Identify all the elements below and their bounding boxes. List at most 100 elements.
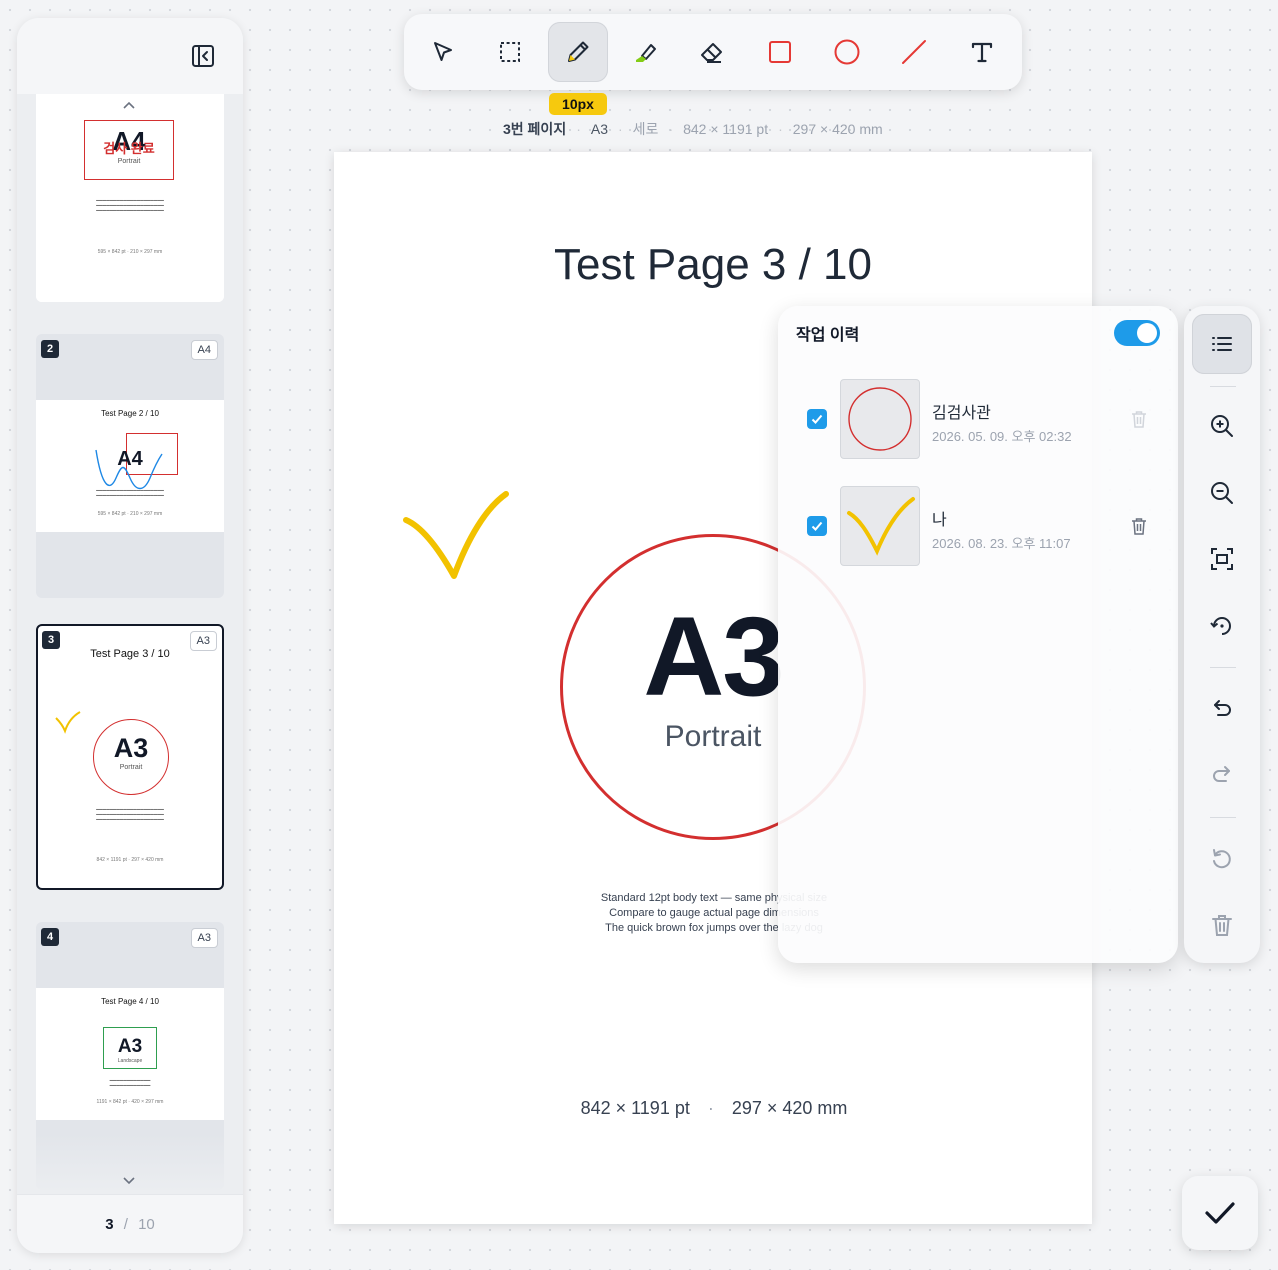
check-icon: [1205, 1202, 1235, 1224]
reset-icon: [1213, 849, 1231, 869]
yellow-checkmark-annotation[interactable]: [398, 486, 518, 586]
highlighter-icon: [636, 44, 656, 62]
history-item-delete-button[interactable]: [1128, 408, 1150, 430]
history-toggle[interactable]: [1114, 320, 1160, 346]
dims-mm: 297 × 420 mm: [792, 121, 883, 137]
scroll-down-button[interactable]: [117, 1170, 141, 1192]
thumbnail-page: Test Page 2 / 10 A4 ▬▬▬▬▬▬▬▬▬▬▬▬▬▬▬▬▬▬▬▬…: [36, 400, 224, 532]
thumbnail-title: Test Page 2 / 10: [101, 409, 159, 418]
page-footer-dims: 842 × 1191 pt · 297 × 420 mm: [580, 1098, 848, 1118]
scroll-up-button[interactable]: [117, 94, 141, 116]
check-icon: [811, 521, 823, 531]
pen-tool-button[interactable]: [548, 22, 608, 82]
check-icon: [811, 414, 823, 424]
undo-icon: [1214, 700, 1231, 716]
highlighter-tool-button[interactable]: [615, 22, 675, 82]
chevron-up-icon: [123, 101, 135, 109]
circle-shape-icon: [848, 387, 912, 451]
ellipse-tool-button[interactable]: [817, 22, 877, 82]
history-title: 작업 이력: [796, 327, 860, 344]
undo-button[interactable]: [1192, 679, 1252, 739]
thumbnail-page: A4 검사 완료 Portrait ▬▬▬▬▬▬▬▬▬▬▬▬▬▬▬▬▬▬▬▬ ▬▬…: [36, 94, 224, 302]
zoom-out-button[interactable]: [1192, 463, 1252, 523]
redo-button[interactable]: [1192, 745, 1252, 805]
reset-button[interactable]: [1192, 829, 1252, 889]
thumbnail-title: Test Page 4 / 10: [101, 997, 159, 1006]
sidebar-collapse-icon: [192, 45, 214, 67]
rectangle-tool-button[interactable]: [750, 22, 810, 82]
thumbnail-list[interactable]: A4 검사 완료 Portrait ▬▬▬▬▬▬▬▬▬▬▬▬▬▬▬▬▬▬▬▬ ▬▬…: [17, 94, 243, 1194]
marquee-select-icon: [500, 42, 520, 62]
page-thumbnail-sidebar: A4 검사 완료 Portrait ▬▬▬▬▬▬▬▬▬▬▬▬▬▬▬▬▬▬▬▬ ▬▬…: [17, 18, 243, 1253]
dims-points: 842 × 1191 pt: [683, 121, 769, 137]
thumbnail-dims: 595 × 842 pt · 210 × 297 mm: [97, 249, 163, 255]
page-number-badge: 2: [41, 340, 59, 358]
history-item-time: 2026. 08. 23. 오후 11:07: [932, 536, 1071, 551]
total-pages: 10: [138, 1216, 155, 1233]
stroke-size-chip[interactable]: 10px: [549, 93, 607, 115]
text-icon: [971, 42, 993, 63]
eraser-tool-button[interactable]: [682, 22, 742, 82]
thumbnail-body-text: ▬▬▬▬▬▬▬▬▬▬▬▬ ▬▬▬▬▬▬▬▬▬▬▬▬: [109, 1078, 151, 1087]
thumbnail-orientation: Landscape: [117, 1058, 143, 1064]
history-item-checkbox[interactable]: [807, 409, 827, 429]
thumbnail-body-text: ▬▬▬▬▬▬▬▬▬▬▬▬▬▬▬▬▬▬▬▬ ▬▬▬▬▬▬▬▬▬▬▬▬▬▬▬▬▬▬▬▬…: [96, 807, 164, 821]
view-toolbar: [1184, 306, 1260, 963]
history-item-author: 나: [932, 512, 947, 529]
history-item-checkbox[interactable]: [807, 516, 827, 536]
page-thumbnail-3[interactable]: 3 A3 Test Page 3 / 10 A3 Portrait ▬▬▬▬▬▬…: [36, 624, 224, 890]
thumbnail-stamp-text: 검사 완료: [103, 141, 155, 156]
page-title: Test Page 3 / 10: [554, 240, 872, 289]
current-page: 3: [105, 1216, 114, 1233]
rectangle-icon: [769, 41, 791, 63]
history-item-time: 2026. 05. 09. 오후 02:32: [932, 429, 1072, 444]
redo-icon: [1213, 766, 1230, 782]
thumbnail-checkmark-annotation: [55, 711, 81, 734]
ellipse-icon: [834, 39, 860, 65]
line-tool-button[interactable]: [884, 22, 944, 82]
history-item[interactable]: 나 2026. 08. 23. 오후 11:07: [778, 486, 1178, 566]
history-item[interactable]: 김검사관 2026. 05. 09. 오후 02:32: [778, 379, 1178, 459]
zoom-in-icon: [1211, 415, 1233, 437]
page-number-badge: 4: [41, 928, 59, 946]
fit-page-button[interactable]: [1192, 529, 1252, 589]
footer-mm: 297 × 420 mm: [731, 1098, 848, 1118]
text-tool-button[interactable]: [952, 22, 1012, 82]
trash-icon: [1132, 518, 1146, 535]
page-thumbnail-2[interactable]: 2 A4 Test Page 2 / 10 A4 ▬▬▬▬▬▬▬▬▬▬▬▬▬▬▬…: [36, 334, 224, 598]
history-item-preview: [840, 379, 920, 459]
toolbar-divider: [1210, 817, 1236, 818]
trash-icon: [1132, 411, 1146, 428]
thumbnail-big-label: A3: [117, 1036, 143, 1057]
marquee-select-tool-button[interactable]: [480, 22, 540, 82]
trash-icon: [1212, 915, 1232, 936]
confirm-button[interactable]: [1182, 1176, 1258, 1250]
drawing-toolbar: [404, 14, 1022, 90]
orientation-label: 세로: [632, 121, 659, 137]
select-tool-button[interactable]: [413, 22, 473, 82]
page-counter: 3 / 10: [17, 1194, 243, 1253]
paper-size-tag: A3: [190, 928, 218, 948]
paper-size-tag: A3: [189, 631, 217, 651]
line-icon: [902, 40, 926, 64]
history-list-button[interactable]: [1192, 314, 1252, 374]
thumbnail-body-text: ▬▬▬▬▬▬▬▬▬▬▬▬▬▬▬▬▬▬▬▬ ▬▬▬▬▬▬▬▬▬▬▬▬▬▬▬▬▬▬▬▬…: [96, 198, 164, 212]
checkmark-shape-icon: [847, 497, 915, 556]
page-info-bar: 3번 페이지 · A3 · 세로 · 842 × 1191 pt · 297 × 420 mm: [503, 121, 883, 137]
rotate-button[interactable]: [1192, 596, 1252, 656]
thumbnail-dims: 1191 × 842 pt · 420 × 297 mm: [96, 1099, 164, 1105]
zoom-out-icon: [1211, 482, 1233, 504]
history-item-preview: [840, 486, 920, 566]
thumbnail-dims: 842 × 1191 pt · 297 × 420 mm: [96, 857, 164, 863]
delete-all-button[interactable]: [1192, 895, 1252, 955]
zoom-in-button[interactable]: [1192, 396, 1252, 456]
page-thumbnail-1[interactable]: A4 검사 완료 Portrait ▬▬▬▬▬▬▬▬▬▬▬▬▬▬▬▬▬▬▬▬ ▬▬…: [36, 94, 224, 302]
thumbnail-dims: 595 × 842 pt · 210 × 297 mm: [97, 511, 163, 517]
toolbar-divider: [1210, 386, 1236, 387]
eraser-icon: [701, 43, 722, 63]
collapse-sidebar-button[interactable]: [189, 42, 217, 70]
fit-page-icon: [1211, 548, 1233, 570]
thumbnail-big-label: A3: [113, 733, 149, 763]
thumbnail-orientation: Portrait: [117, 158, 141, 165]
history-item-delete-button[interactable]: [1128, 515, 1150, 537]
